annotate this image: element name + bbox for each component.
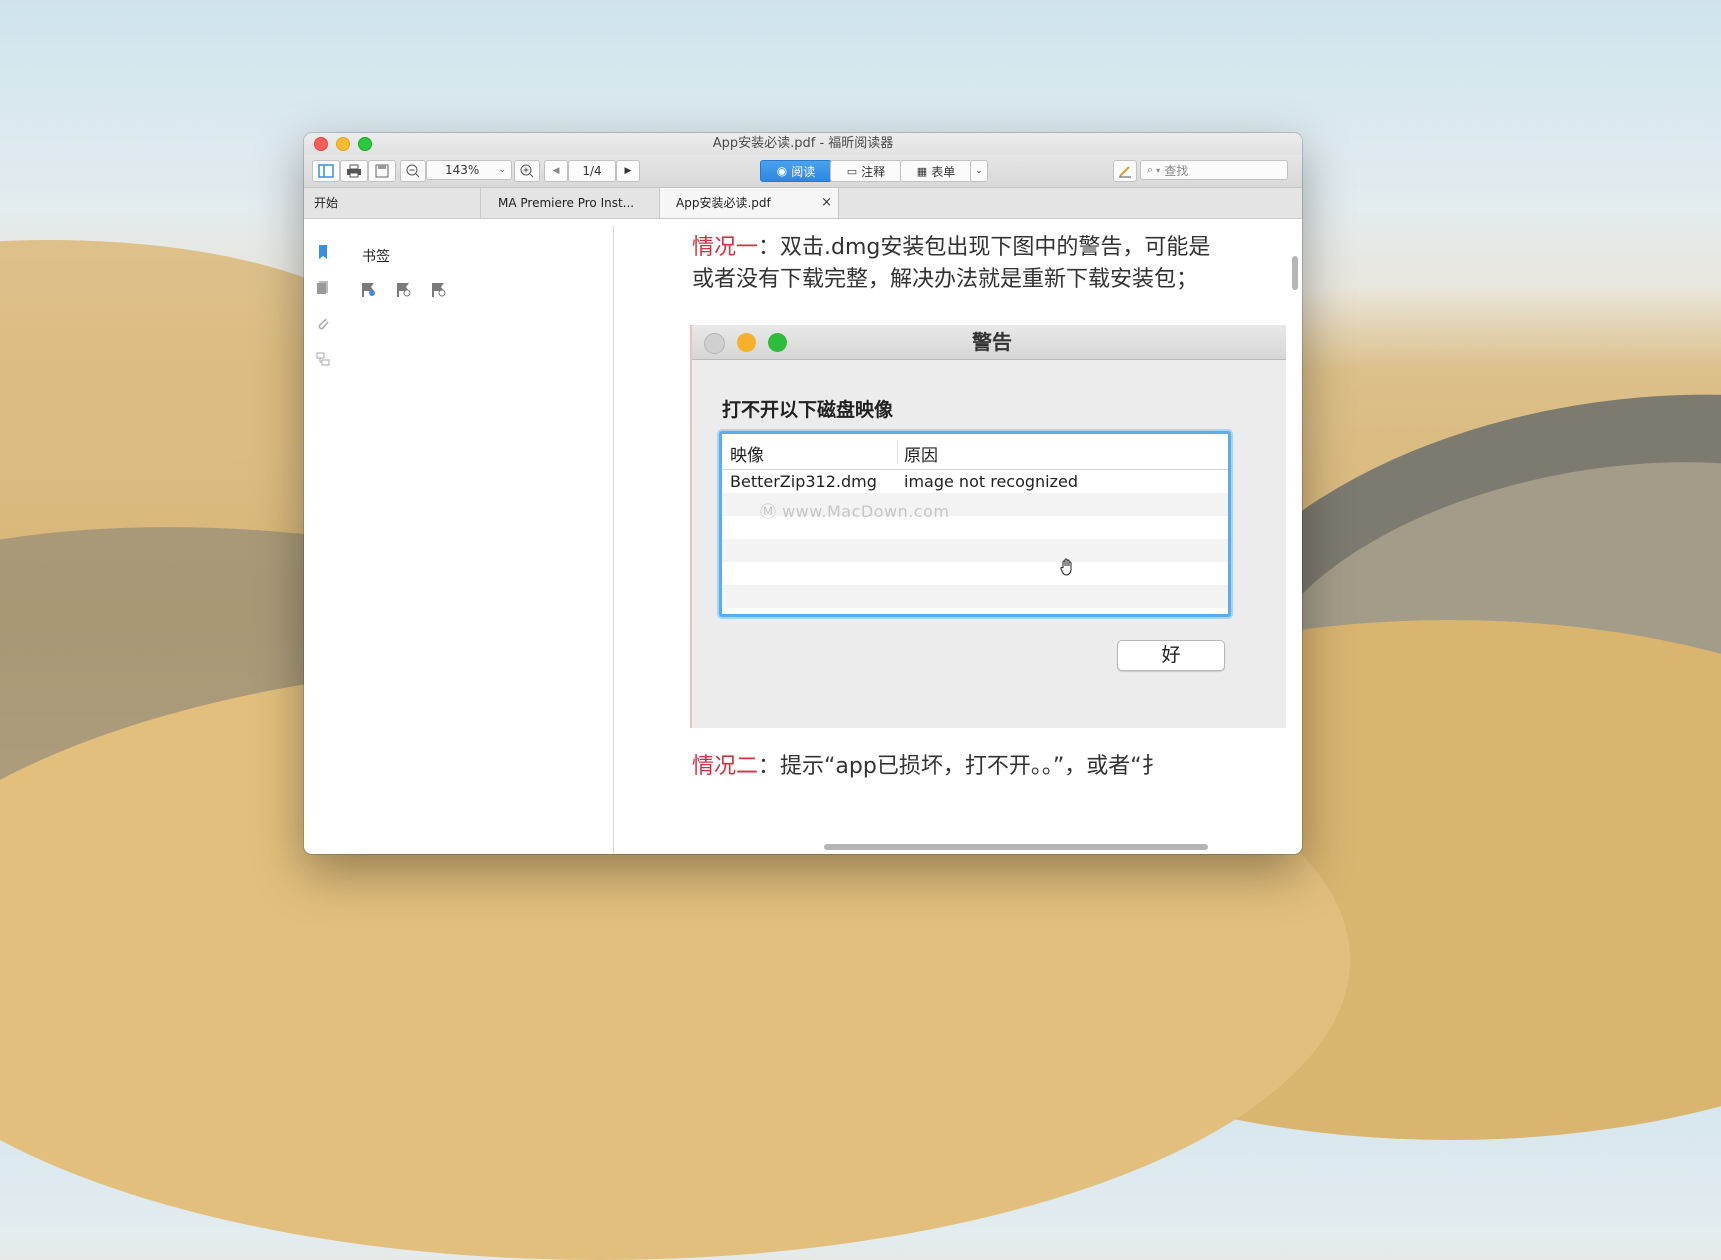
tab-label: App安装必读.pdf xyxy=(676,196,771,210)
zoom-out-button[interactable] xyxy=(400,160,426,182)
column-header-image: 映像 xyxy=(730,446,764,466)
layers-icon[interactable] xyxy=(315,351,331,367)
foxit-reader-window: App安装必读.pdf - 福昕阅读器 143% ⌄ ◀ 1/4 ▶ ◉ 阅读 … xyxy=(304,133,1302,854)
sidebar-icon xyxy=(318,164,334,178)
horizontal-scrollbar[interactable] xyxy=(824,844,1208,850)
comment-icon: ▭ xyxy=(846,164,858,178)
chevron-down-icon: ⌄ xyxy=(975,166,983,176)
paragraph-1-line-1: 情况一：双击.dmg安装包出现下图中的警告，可能是 xyxy=(692,229,1210,261)
tab-app-install-pdf[interactable]: App安装必读.pdf × xyxy=(660,188,839,218)
dialog-close-light xyxy=(704,333,725,354)
pages-icon[interactable] xyxy=(315,279,331,295)
previous-page-button[interactable]: ◀ xyxy=(544,160,568,182)
print-button[interactable] xyxy=(340,160,368,182)
page-number-field[interactable]: 1/4 xyxy=(568,160,616,182)
tab-start[interactable]: 开始 xyxy=(304,188,481,218)
minimize-window-button[interactable] xyxy=(336,137,350,151)
zoom-value: 143% xyxy=(445,163,480,177)
search-icon: ⌕ xyxy=(1147,163,1154,176)
zoom-out-icon xyxy=(406,164,420,178)
window-title: App安装必读.pdf - 福昕阅读器 xyxy=(712,136,894,151)
tab-label: MA Premiere Pro Inst... xyxy=(498,196,635,210)
toolbar: 143% ⌄ ◀ 1/4 ▶ ◉ 阅读 ▭ 注释 ▦ 表单 ⌄ ⌕ ▾ 查找 xyxy=(304,155,1302,188)
tab-bar: 开始 MA Premiere Pro Inst... App安装必读.pdf × xyxy=(304,188,1302,219)
eye-icon: ◉ xyxy=(776,164,788,178)
paragraph-1-line-2: 或者没有下载完整，解决办法就是重新下载安装包； xyxy=(692,267,1199,292)
dialog-title: 警告 xyxy=(972,330,1012,354)
ok-button: 好 xyxy=(1117,640,1225,671)
bookmark-panel: 书签 xyxy=(342,226,614,854)
table-header: 映像 原因 xyxy=(722,434,1228,470)
case-two-label: 情况二 xyxy=(692,754,759,779)
paragraph-2-line-1: 情况二：提示“app已损坏，打不开。。”，或者“扌 xyxy=(692,748,1164,780)
save-button[interactable] xyxy=(368,160,396,182)
read-mode-tab[interactable]: ◉ 阅读 xyxy=(760,160,832,182)
table-row-empty xyxy=(722,539,1228,562)
paragraph-1-text: ：双击.dmg安装包出现下图中的警告，可能是 xyxy=(758,235,1211,260)
table-row-empty xyxy=(722,585,1228,608)
reason-cell: image not recognized xyxy=(904,472,1079,491)
comment-mode-label: 注释 xyxy=(861,164,886,179)
embedded-warning-screenshot: 警告 打不开以下磁盘映像 映像 原因 BetterZip312.dmg imag… xyxy=(690,325,1286,728)
pen-icon xyxy=(1119,166,1131,178)
dialog-title-bar: 警告 xyxy=(692,325,1286,360)
add-bookmark-icon[interactable] xyxy=(360,281,378,299)
zoom-select[interactable]: 143% ⌄ xyxy=(426,160,512,180)
content-area: 书签 情况一：双击.dmg安装包出现下图中的警告，可能是 或者没有下载完整，解决… xyxy=(304,226,1302,854)
search-dropdown-icon: ▾ xyxy=(1156,165,1161,175)
form-icon: ▦ xyxy=(916,164,928,178)
table-row: BetterZip312.dmg image not recognized xyxy=(722,470,1228,493)
search-field[interactable]: ⌕ ▾ 查找 xyxy=(1140,160,1288,180)
dialog-minimize-light xyxy=(737,333,756,352)
vertical-scrollbar[interactable] xyxy=(1292,256,1298,290)
zoom-in-button[interactable] xyxy=(514,160,540,182)
next-page-button[interactable]: ▶ xyxy=(616,160,640,182)
chevron-down-icon: ⌄ xyxy=(498,165,506,175)
paragraph-2-text: ：提示“app已损坏，打不开。。”，或者“扌 xyxy=(758,754,1164,779)
triangle-left-icon: ◀ xyxy=(552,166,560,176)
table-row-empty xyxy=(722,562,1228,585)
printer-icon xyxy=(347,164,361,178)
bookmark-options-icon[interactable] xyxy=(395,281,413,299)
comment-mode-tab[interactable]: ▭ 注释 xyxy=(830,160,902,182)
sidebar-toggle-button[interactable] xyxy=(312,160,340,182)
search-placeholder: 查找 xyxy=(1164,163,1189,178)
form-mode-label: 表单 xyxy=(931,164,956,179)
navigation-icon-rail xyxy=(304,226,343,854)
close-window-button[interactable] xyxy=(314,137,328,151)
zoom-in-icon xyxy=(520,164,534,178)
watermark-text: Ⓜ www.MacDown.com xyxy=(760,502,950,521)
image-name-cell: BetterZip312.dmg xyxy=(730,472,877,491)
bookmark-icon[interactable] xyxy=(315,244,331,260)
tab-premiere-pro[interactable]: MA Premiere Pro Inst... xyxy=(481,188,660,218)
hand-cursor-icon xyxy=(1060,558,1072,576)
tab-label: 开始 xyxy=(314,196,339,210)
dialog-heading: 打不开以下磁盘映像 xyxy=(722,399,894,421)
case-one-label: 情况一 xyxy=(692,235,759,260)
dialog-zoom-light xyxy=(768,333,787,352)
page-indicator: 1/4 xyxy=(582,164,602,178)
mode-more-button[interactable]: ⌄ xyxy=(970,160,988,182)
save-icon xyxy=(375,164,389,178)
close-tab-button[interactable]: × xyxy=(821,188,832,218)
form-mode-tab[interactable]: ▦ 表单 xyxy=(900,160,972,182)
zoom-window-button[interactable] xyxy=(358,137,372,151)
triangle-right-icon: ▶ xyxy=(624,166,632,176)
bookmark-panel-title: 书签 xyxy=(362,249,390,265)
delete-bookmark-icon[interactable] xyxy=(430,281,448,299)
column-header-reason: 原因 xyxy=(904,446,938,466)
disk-image-table: 映像 原因 BetterZip312.dmg image not recogni… xyxy=(719,431,1231,617)
attachment-icon[interactable] xyxy=(315,315,331,331)
annotate-pen-button[interactable] xyxy=(1113,160,1137,182)
read-mode-label: 阅读 xyxy=(791,164,816,179)
document-view[interactable]: 情况一：双击.dmg安装包出现下图中的警告，可能是 或者没有下载完整，解决办法就… xyxy=(614,226,1286,838)
